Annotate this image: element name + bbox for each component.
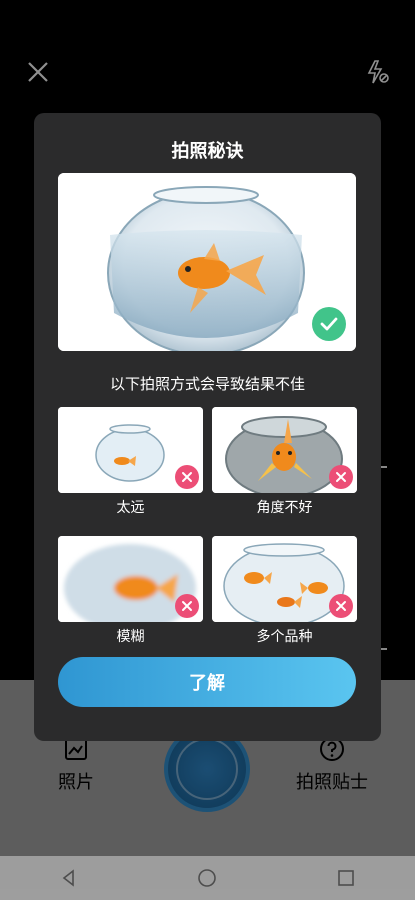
check-icon: [320, 317, 338, 331]
bad-badge: [329, 594, 353, 618]
bad-example-label: 太远: [116, 500, 145, 516]
photo-tips-dialog: 拍照秘诀 以下拍照方式会导致结果不佳 太远 角度不好 模糊 多个品种 了解: [34, 113, 381, 741]
bad-example-multiple-species: [212, 536, 357, 622]
bad-badge: [175, 465, 199, 489]
bad-badge: [329, 465, 353, 489]
bad-example-bad-angle: [212, 407, 357, 493]
bad-badge: [175, 594, 199, 618]
bad-examples-heading: 以下拍照方式会导致结果不佳: [109, 375, 305, 393]
dialog-title: 拍照秘诀: [171, 141, 244, 162]
cross-icon: [336, 601, 346, 611]
good-badge: [312, 307, 346, 341]
bad-example-blurry: [58, 536, 203, 622]
bad-example-too-far: [58, 407, 203, 493]
cross-icon: [336, 472, 346, 482]
bad-example-label: 角度不好: [256, 500, 313, 516]
got-it-button[interactable]: 了解: [58, 657, 356, 707]
bad-example-label: 模糊: [116, 629, 145, 645]
cross-icon: [182, 472, 192, 482]
bad-example-label: 多个品种: [256, 629, 313, 645]
cross-icon: [182, 601, 192, 611]
good-example-image: [58, 173, 356, 351]
